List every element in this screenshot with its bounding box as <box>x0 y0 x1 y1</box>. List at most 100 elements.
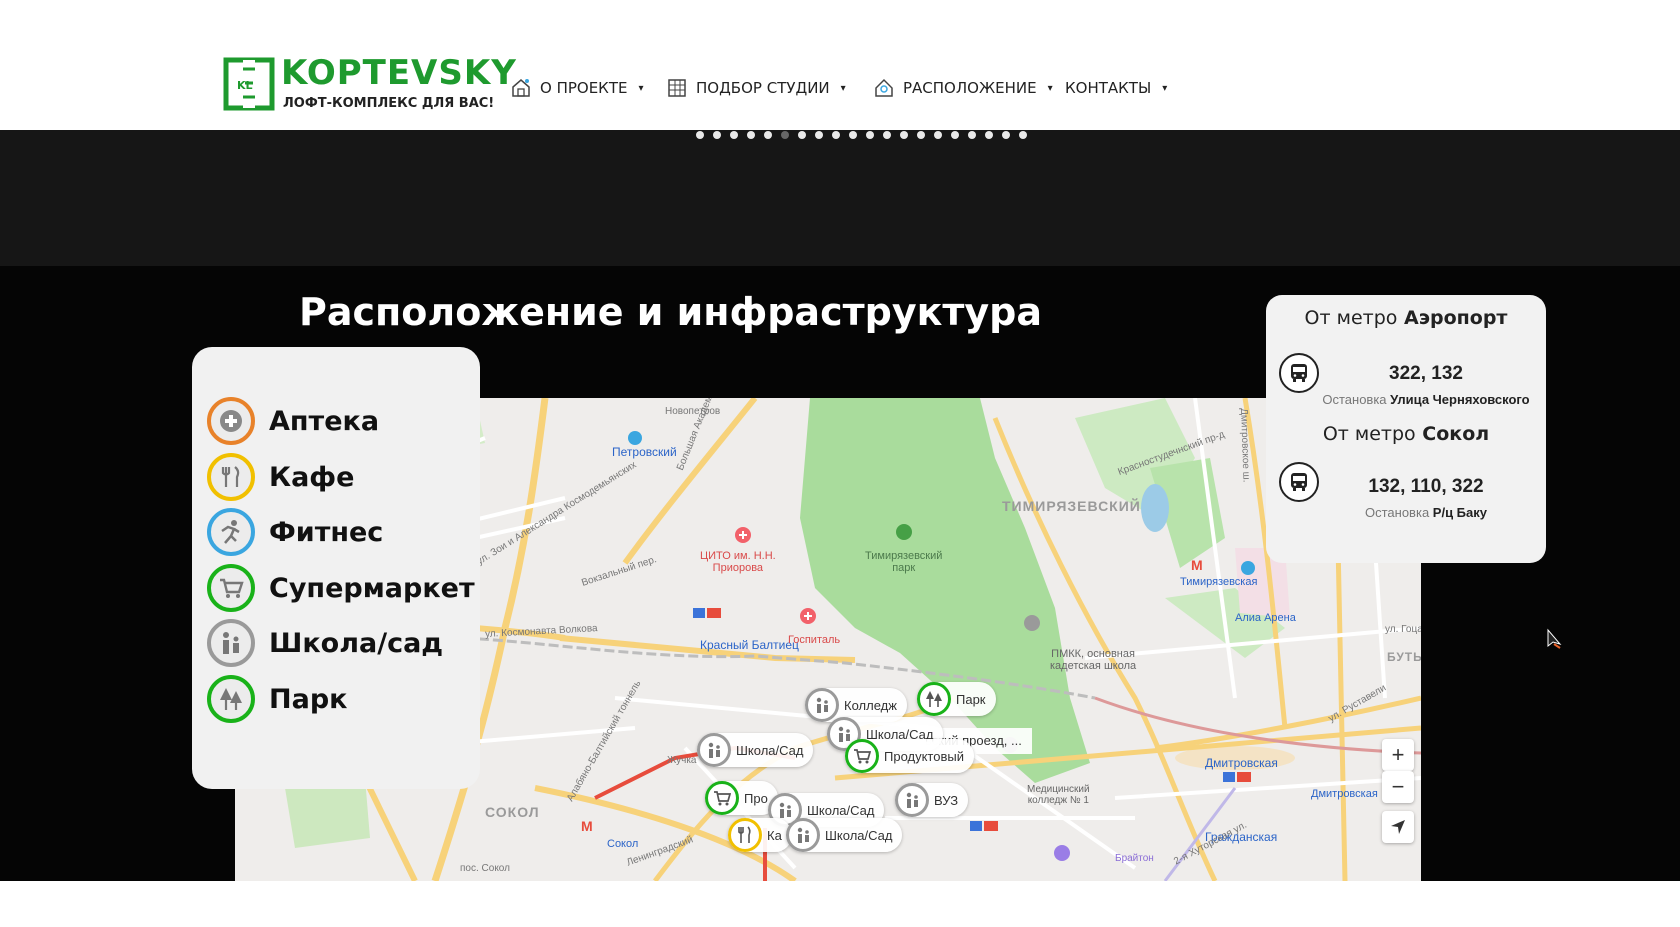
bus-routes-2: 132, 110, 322 <box>1368 476 1484 497</box>
slider-dot[interactable] <box>696 131 704 139</box>
legend-label: Парк <box>269 683 348 715</box>
map-label-krasny-baltiets: Красный Балтиец <box>700 638 799 652</box>
slider-dot[interactable] <box>985 131 993 139</box>
map-marker-cafe[interactable]: Ка <box>728 818 792 852</box>
map-label-timiryazevsky-park: Тимирязевский парк <box>865 550 943 574</box>
marker-label: Школа/Сад <box>736 742 804 758</box>
map-label-dmitrovskaya: Дмитровская <box>1205 756 1278 770</box>
cutlery-icon <box>221 466 240 487</box>
family-icon <box>797 827 809 843</box>
nav-contacts-label: КОНТАКТЫ <box>1065 79 1152 97</box>
nav-location[interactable]: РАСПОЛОЖЕНИЕ ▾ <box>873 76 1053 100</box>
stop-name: Р/ц Баку <box>1432 505 1487 520</box>
slider-dot[interactable] <box>747 131 755 139</box>
slider-dot[interactable] <box>917 131 925 139</box>
family-icon <box>708 742 720 758</box>
nav-about[interactable]: О ПРОЕКТЕ ▾ <box>510 76 644 100</box>
zoom-in-button[interactable]: + <box>1382 739 1414 771</box>
legend-item-supermarket[interactable]: Супермаркет <box>207 564 475 612</box>
family-icon <box>816 697 828 713</box>
legend-ring <box>207 675 255 723</box>
trees-icon <box>926 691 942 707</box>
geolocate-button[interactable] <box>1382 811 1414 843</box>
map-marker-grocery[interactable]: Продуктовый <box>845 739 974 773</box>
map-label-brighton: Брайтон <box>1115 853 1154 864</box>
slider-dot[interactable] <box>730 131 738 139</box>
map-label-petrovsky: Петровский <box>612 445 677 459</box>
family-icon <box>779 802 791 818</box>
marker-ring <box>917 682 951 716</box>
legend-label: Супермаркет <box>269 572 475 604</box>
legend-item-fitness[interactable]: Фитнес <box>207 508 383 556</box>
logo-tagline: ЛОФТ-КОМПЛЕКС ДЛЯ ВАС! <box>283 96 495 111</box>
nav-studio-selection[interactable]: ПОДБОР СТУДИИ ▾ <box>666 76 846 100</box>
slider-dot[interactable] <box>798 131 806 139</box>
svg-text:M: M <box>581 818 593 834</box>
cart-icon <box>220 578 244 598</box>
svg-text:M: M <box>1191 557 1203 573</box>
slider-dot[interactable] <box>764 131 772 139</box>
heading-prefix: От метро <box>1322 423 1416 445</box>
map-label-gospital: Госпиталь <box>788 634 841 646</box>
section-title: Расположение и инфраструктура <box>299 290 1043 334</box>
mouse-cursor-icon <box>1547 628 1562 649</box>
map-label-cito: ЦИТО им. Н.Н. Приорова <box>700 550 776 574</box>
nav-contacts[interactable]: КОНТАКТЫ ▾ <box>1065 76 1167 100</box>
site-header: KL KOPTEVSKY ЛОФТ-КОМПЛЕКС ДЛЯ ВАС! О ПР… <box>0 0 1680 130</box>
slider-dot[interactable] <box>832 131 840 139</box>
map-label-butyr: БУТЬ <box>1387 650 1421 664</box>
slider-dot[interactable] <box>883 131 891 139</box>
stop-prefix: Остановка <box>1365 505 1430 520</box>
marker-ring <box>705 781 739 815</box>
map-label-timiryazevsky: ТИМИРЯЗЕВСКИЙ <box>1002 498 1141 514</box>
building-icon <box>668 79 686 97</box>
marker-ring <box>895 783 929 817</box>
logo[interactable]: KL KOPTEVSKY ЛОФТ-КОМПЛЕКС ДЛЯ ВАС! <box>223 53 516 115</box>
slider-dots <box>696 131 1027 139</box>
heading-station: Аэропорт <box>1404 307 1508 329</box>
map-marker-university[interactable]: ВУЗ <box>895 783 969 817</box>
family-icon <box>906 792 918 808</box>
bus-stop-2: Остановка Р/ц Баку <box>1306 505 1546 520</box>
marker-label: Ка <box>767 827 782 843</box>
marker-ring <box>728 818 762 852</box>
slider-dot[interactable] <box>1019 131 1027 139</box>
stop-prefix: Остановка <box>1322 392 1387 407</box>
family-icon <box>838 726 850 742</box>
map-label-gotsa: ул. Гоца <box>1385 624 1421 635</box>
chevron-down-icon: ▾ <box>1047 82 1053 94</box>
slider-dot[interactable] <box>713 131 721 139</box>
legend-item-cafe[interactable]: Кафе <box>207 453 354 501</box>
slider-dot[interactable] <box>934 131 942 139</box>
map-label-medical: Медицинский колледж № 1 <box>1027 784 1090 806</box>
slider-dot[interactable] <box>951 131 959 139</box>
legend-label: Фитнес <box>269 516 384 548</box>
legend-item-park[interactable]: Парк <box>207 675 347 723</box>
bus-stop-1: Остановка Улица Черняховского <box>1306 392 1546 407</box>
legend-label: Школа/сад <box>269 627 444 659</box>
navigation-arrow-icon <box>1391 820 1405 834</box>
family-icon <box>223 632 239 654</box>
map-label-dmitrovskaya-2: Дмитровская <box>1311 788 1378 800</box>
heading-prefix: От метро <box>1304 307 1398 329</box>
legend-item-school[interactable]: Школа/сад <box>207 619 443 667</box>
runner-icon <box>221 520 240 544</box>
slider-dot[interactable] <box>866 131 874 139</box>
marker-label: Парк <box>956 691 986 707</box>
map-marker-school-2[interactable]: Школа/Сад <box>697 733 814 767</box>
legend-label: Аптека <box>269 405 380 437</box>
map-label-zhuchka: Жучка <box>667 755 697 766</box>
map-marker-park[interactable]: Парк <box>917 682 996 716</box>
slider-dot[interactable] <box>781 131 789 139</box>
marker-ring <box>845 739 879 773</box>
map-marker-school-4[interactable]: Школа/Сад <box>786 818 903 852</box>
slider-dot[interactable] <box>815 131 823 139</box>
slider-dot[interactable] <box>849 131 857 139</box>
house-icon <box>512 79 530 97</box>
map-marker-grocery-2[interactable]: Про <box>705 781 778 815</box>
slider-dot[interactable] <box>1002 131 1010 139</box>
zoom-out-button[interactable]: − <box>1382 771 1414 803</box>
legend-item-pharmacy[interactable]: Аптека <box>207 397 379 445</box>
slider-dot[interactable] <box>968 131 976 139</box>
slider-dot[interactable] <box>900 131 908 139</box>
